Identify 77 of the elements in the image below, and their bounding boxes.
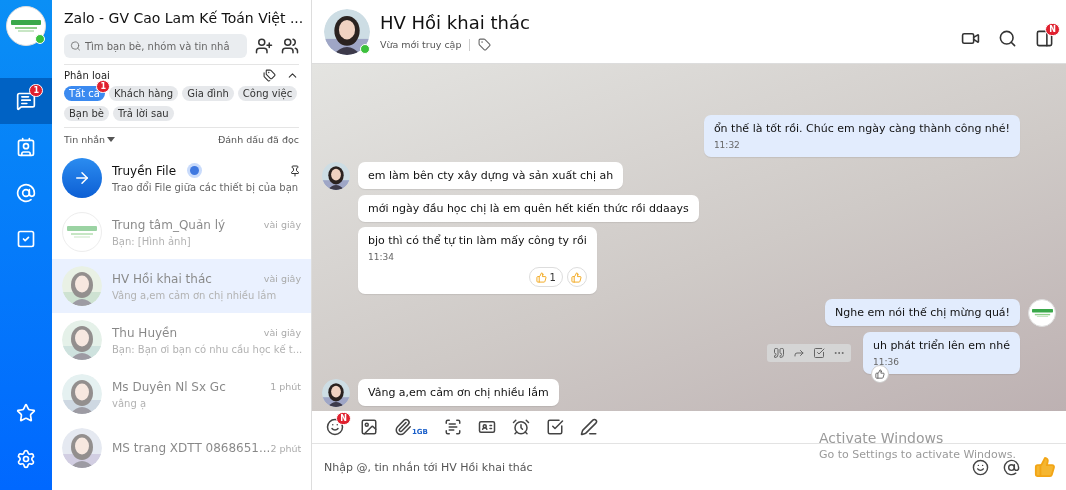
search-field[interactable]: Tìm bạn bè, nhóm và tin nhắ (64, 34, 247, 58)
filter-chip[interactable]: Trả lời sau (113, 106, 174, 121)
filter-chip[interactable]: Bạn bè (64, 106, 109, 121)
message-text: Nghe em nói thế chị mừng quá! (834, 306, 1010, 319)
conversation-name: Truyền File (112, 163, 177, 178)
logo-icon (67, 226, 97, 238)
contact-name: HV Hồi khai thác (380, 12, 531, 33)
contact-card-button[interactable] (477, 418, 496, 436)
conversation-name: HV Hồi khai thác (112, 271, 212, 286)
message-preview: vâng ạ (112, 397, 148, 409)
message-input[interactable]: Nhập @, tin nhắn tới HV Hồi khai thác (322, 459, 958, 475)
message-time: 11:32 (713, 140, 741, 150)
logo-icon (1031, 308, 1053, 318)
message-text: em làm bên cty xây dựng và sản xuất chị ah (368, 169, 614, 182)
quote-icon[interactable] (772, 347, 785, 359)
capture-button[interactable] (443, 418, 462, 436)
tag-icon[interactable] (263, 69, 276, 82)
task-button[interactable] (545, 418, 564, 436)
settings-icon (16, 449, 36, 469)
checkbox-icon (16, 229, 36, 249)
message-preview: Bạn: [Hình ảnh] (112, 235, 192, 247)
message-time: 11:34 (368, 252, 395, 262)
image-button[interactable] (360, 418, 378, 436)
section-label: Tin nhắn (64, 134, 106, 145)
contacts-icon (16, 137, 36, 157)
mention-icon (16, 183, 36, 203)
task-icon[interactable] (812, 347, 825, 359)
conversation-time: vài giây (263, 219, 301, 230)
message-preview: Vâng a,em cảm ơn chị nhiều lắm (112, 289, 278, 301)
message-preview: Bạn: Bạn ơi bạn có nhu cầu học kế t... (112, 343, 301, 355)
chat-icon (16, 91, 36, 111)
conversation-time: vài giây (263, 273, 301, 284)
new-badge: N (336, 412, 351, 425)
conversation-name: Ms Duyên Nl Sx Gc (112, 379, 226, 394)
unread-badge: 1 (29, 84, 43, 97)
thumbs-up-icon (535, 271, 547, 283)
arrow-icon (73, 169, 91, 187)
thumbs-up-icon (874, 369, 885, 379)
filter-chip[interactable]: Công việc (237, 86, 298, 101)
conversation-name: MS trang XDTT 0868651... (112, 441, 271, 455)
message-text: ổn thế là tốt rồi. Chúc em ngày càng thành công nhé! (713, 122, 1010, 135)
add-friend-icon[interactable] (255, 37, 273, 55)
message-text: mới ngày đầu học chị là em quên hết kiến thức rồi ddaays (368, 202, 689, 215)
logo-icon (11, 20, 41, 32)
conversation-time: 2 phút (270, 442, 302, 454)
filter-chip[interactable]: Gia đình (182, 86, 234, 101)
conversation-time: 1 phút (270, 381, 301, 392)
category-label: Phân loại (64, 70, 110, 81)
paperclip-button[interactable] (394, 418, 412, 436)
search-icon (70, 40, 81, 52)
mention-icon[interactable] (1003, 458, 1020, 476)
mark-read-link[interactable]: Đánh dấu đã đọc (217, 134, 299, 145)
conversation-name: Trung tâm_Quản lý (112, 217, 226, 232)
thumbs-up-icon (571, 271, 583, 283)
thumbs-up-icon[interactable] (1034, 456, 1056, 478)
activation-text: Go to Settings to activate Windows. (818, 448, 1016, 461)
conversation-time: vài giây (263, 327, 301, 338)
nav-tab[interactable]: 1 (0, 78, 52, 124)
emoji-icon[interactable] (972, 458, 989, 476)
alarm-clock-button[interactable] (511, 418, 530, 436)
filter-chip[interactable]: Khách hàng (108, 86, 179, 101)
caret-icon[interactable] (107, 137, 116, 142)
activation-title: Activate Windows (818, 430, 945, 446)
message-time: 11:36 (872, 357, 900, 367)
star-icon (16, 403, 36, 423)
contact-status: Vừa mới truy cập (380, 39, 462, 50)
message-text: bjo thì có thể tự tin làm mấy công ty rồi (368, 234, 587, 247)
create-group-icon[interactable] (281, 37, 299, 55)
new-badge: N (1045, 23, 1060, 36)
text-format-button[interactable] (579, 418, 598, 436)
message-text: uh phát triển lên em nhé (872, 339, 1010, 352)
message-text: Vâng a,em cảm ơn chị nhiều lắm (368, 386, 549, 399)
message-preview: Trao đổi File giữa các thiết bị của bạn (112, 181, 300, 193)
search-button[interactable] (998, 29, 1017, 48)
conversation-name: Thu Huyền (112, 325, 178, 340)
forward-icon[interactable] (792, 347, 805, 359)
like-button[interactable] (870, 365, 889, 383)
